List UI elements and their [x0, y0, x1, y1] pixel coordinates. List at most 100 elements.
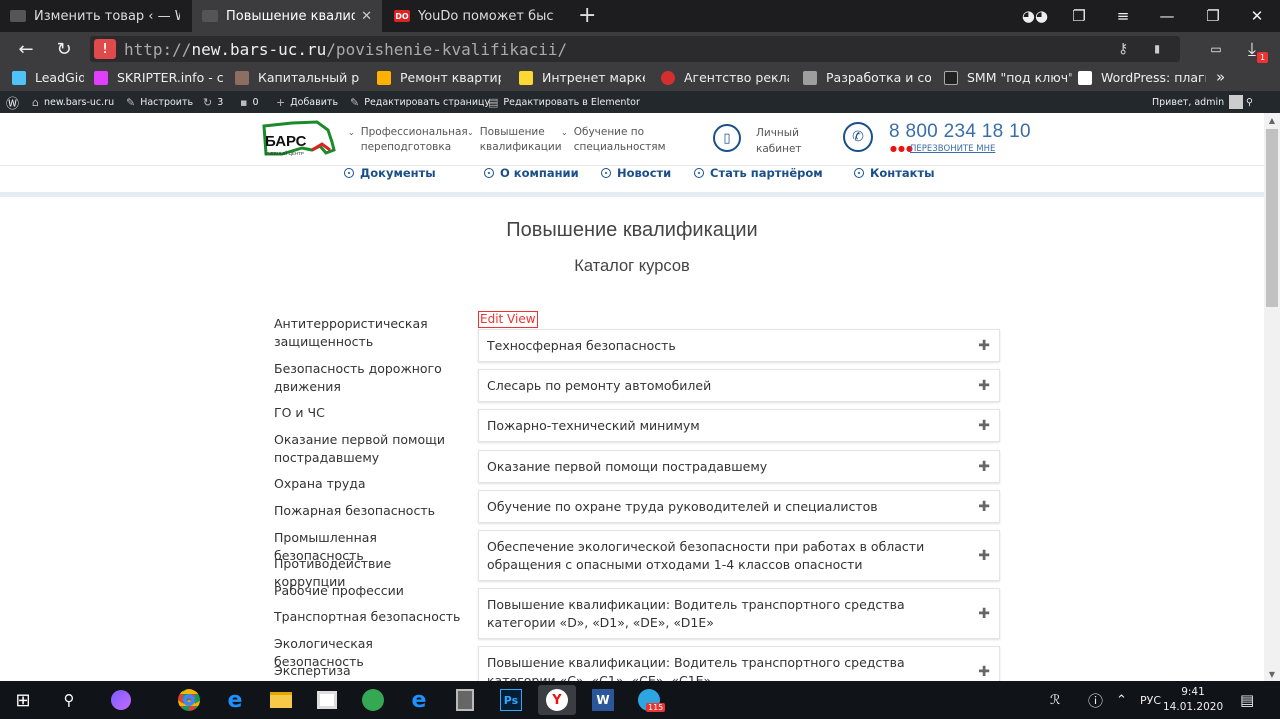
bookmark-item[interactable]: LeadGid [12, 70, 84, 85]
language-indicator[interactable]: РУС [1140, 681, 1161, 719]
category-link[interactable]: Пожарная безопасность [274, 502, 464, 520]
battery-icon[interactable]: ▭ [1204, 37, 1228, 61]
course-accordion-item[interactable]: Повышение квалификации: Водитель транспо… [478, 646, 1000, 681]
category-link[interactable]: Безопасность дорожного движения [274, 360, 464, 396]
scroll-thumb[interactable] [1266, 129, 1278, 307]
category-link[interactable]: Антитеррористическая защищенность [274, 315, 464, 351]
new-tab-button[interactable]: + [578, 3, 596, 28]
phone-number[interactable]: 8 800 234 18 10 [889, 121, 1031, 143]
category-link[interactable]: Экспертиза [274, 662, 464, 680]
subnav-documents[interactable]: Документы [344, 166, 436, 180]
nav-qualification[interactable]: ⌄ Повышение квалификации [467, 125, 562, 155]
file-explorer-icon[interactable] [266, 685, 296, 715]
plus-icon[interactable]: ✚ [978, 417, 990, 435]
admin-updates-link[interactable]: ↻ 3 [203, 91, 223, 113]
restore-icon[interactable]: ❐ [1190, 0, 1236, 32]
bookmark-item[interactable]: WordPress: плагин [1078, 70, 1206, 85]
admin-comments-link[interactable]: ▪ 0 [240, 91, 259, 113]
plus-icon[interactable]: ✚ [978, 605, 990, 623]
course-accordion-item[interactable]: Слесарь по ремонту автомобилей ✚ [478, 369, 1000, 402]
course-accordion-item[interactable]: Повышение квалификации: Водитель транспо… [478, 588, 1000, 639]
close-window-icon[interactable]: ✕ [1234, 0, 1280, 32]
wordpress-logo-icon[interactable]: Ⓦ [6, 91, 19, 113]
calculator-icon[interactable] [450, 685, 480, 715]
search-icon[interactable]: ⚲ [54, 685, 84, 715]
menu-icon[interactable]: ≡ [1100, 0, 1146, 32]
incognito-glasses-icon[interactable]: ◕◕ [1012, 0, 1058, 32]
edit-view-link[interactable]: Edit View [478, 311, 538, 328]
subnav-contacts[interactable]: Контакты [854, 166, 935, 180]
nav-prof-retraining[interactable]: ⌄ Профессиональная переподготовка [348, 125, 468, 155]
category-link[interactable]: Транспортная безопасность [274, 608, 464, 626]
admin-elementor-link[interactable]: ▤ Редактировать в Elementor [488, 91, 640, 113]
admin-edit-page-link[interactable]: ✎ Редактировать страницу [350, 91, 490, 113]
minimize-icon[interactable]: — [1144, 0, 1190, 32]
page-scrollbar[interactable]: ▲ ▼ [1264, 113, 1280, 681]
chevron-up-icon[interactable]: ⌃ [1116, 681, 1127, 719]
admin-add-new-link[interactable]: + Добавить [276, 91, 338, 113]
course-accordion-item[interactable]: Обеспечение экологической безопасности п… [478, 530, 1000, 581]
nav-specialties[interactable]: ⌄ Обучение по специальностям [561, 125, 666, 155]
callback-link[interactable]: ПЕРЕЗВОНИТЕ МНЕ [910, 144, 995, 154]
admin-site-link[interactable]: ⌂ new.bars-uc.ru [32, 91, 114, 113]
tab-active[interactable]: Повышение квалификац ✕ [192, 0, 382, 32]
people-icon[interactable]: ℛ [1050, 681, 1060, 719]
scroll-up-icon[interactable]: ▲ [1264, 113, 1280, 127]
word-icon[interactable]: W [588, 685, 618, 715]
plus-icon[interactable]: ✚ [978, 458, 990, 476]
category-link[interactable]: Охрана труда [274, 475, 464, 493]
tab-edit-product[interactable]: Изменить товар ‹ — Word [0, 0, 190, 32]
phone-icon[interactable]: ✆ [843, 122, 873, 152]
system-clock[interactable]: 9:41 14.01.2020 [1163, 685, 1223, 715]
account-link[interactable]: Личный кабинет [756, 125, 802, 157]
plus-icon[interactable]: ✚ [978, 377, 990, 395]
plus-icon[interactable]: ✚ [978, 547, 990, 565]
close-tab-icon[interactable]: ✕ [361, 9, 372, 24]
admin-customize-link[interactable]: ✎ Настроить [126, 91, 193, 113]
search-key-icon[interactable]: ⚷ [1118, 36, 1128, 62]
admin-account-link[interactable]: Привет, admin [1152, 91, 1244, 113]
plus-icon[interactable]: ✚ [978, 663, 990, 681]
yandex-browser-icon[interactable]: Y [538, 685, 576, 715]
subnav-news[interactable]: Новости [601, 166, 671, 180]
bookmark-item[interactable]: Ремонт квартир в [377, 70, 501, 85]
tab-youdo[interactable]: DO YouDo поможет быстро на [384, 0, 564, 32]
tripadvisor-icon[interactable] [358, 685, 388, 715]
course-accordion-item[interactable]: Обучение по охране труда руководителей и… [478, 490, 1000, 523]
bookmark-manager-icon[interactable]: ❐ [1056, 0, 1102, 32]
category-link[interactable]: Оказание первой помощи пострадавшему [274, 431, 464, 467]
plus-icon[interactable]: ✚ [978, 498, 990, 516]
course-accordion-item[interactable]: Оказание первой помощи пострадавшему ✚ [478, 450, 1000, 483]
category-link[interactable]: ГО и ЧС [274, 404, 464, 422]
category-link[interactable]: Рабочие профессии [274, 582, 464, 600]
bookmark-item[interactable]: Капитальный рем [235, 70, 360, 85]
bookmark-item[interactable]: SKRIPTER.info - ска [94, 70, 224, 85]
photoshop-icon[interactable]: Ps [496, 685, 526, 715]
reload-icon[interactable]: ↻ [52, 37, 76, 61]
bookmark-item[interactable]: SMM "под ключ" [944, 70, 1072, 85]
url-bar[interactable]: ! http://new.bars-uc.ru/povishenie-kvali… [90, 36, 1180, 62]
plus-icon[interactable]: ✚ [978, 337, 990, 355]
chrome-icon[interactable] [174, 685, 204, 715]
edge-icon[interactable]: e [404, 685, 434, 715]
alice-assistant-icon[interactable] [106, 685, 136, 715]
bookmark-item[interactable]: Разработка и созд [803, 70, 931, 85]
bars-logo[interactable]: БАРС УЧЕБНЫЙ ЦЕНТР [262, 120, 338, 160]
course-accordion-item[interactable]: Пожарно-технический минимум ✚ [478, 409, 1000, 442]
scroll-down-icon[interactable]: ▼ [1264, 667, 1280, 681]
ie-icon[interactable]: e [220, 685, 250, 715]
windows-start-icon[interactable]: ⊞ [8, 685, 38, 715]
store-icon[interactable] [312, 685, 342, 715]
admin-search-icon[interactable]: ⚲ [1246, 91, 1253, 113]
back-arrow-icon[interactable]: ← [14, 37, 38, 61]
course-accordion-item[interactable]: Техносферная безопасность ✚ [478, 329, 1000, 362]
help-icon[interactable]: ⓘ [1088, 681, 1103, 719]
bookmark-item[interactable]: Интренет маркети [519, 70, 645, 85]
account-door-icon[interactable]: ▯ [713, 124, 741, 152]
more-bookmarks-icon[interactable]: » [1216, 68, 1225, 86]
bookmark-item[interactable]: Агентство реклам [661, 70, 789, 85]
subnav-about[interactable]: О компании [484, 166, 579, 180]
notifications-icon[interactable]: ▤ [1240, 681, 1254, 719]
bookmark-icon[interactable]: ▮ [1153, 36, 1161, 62]
insecure-warning-icon[interactable]: ! [94, 39, 116, 59]
